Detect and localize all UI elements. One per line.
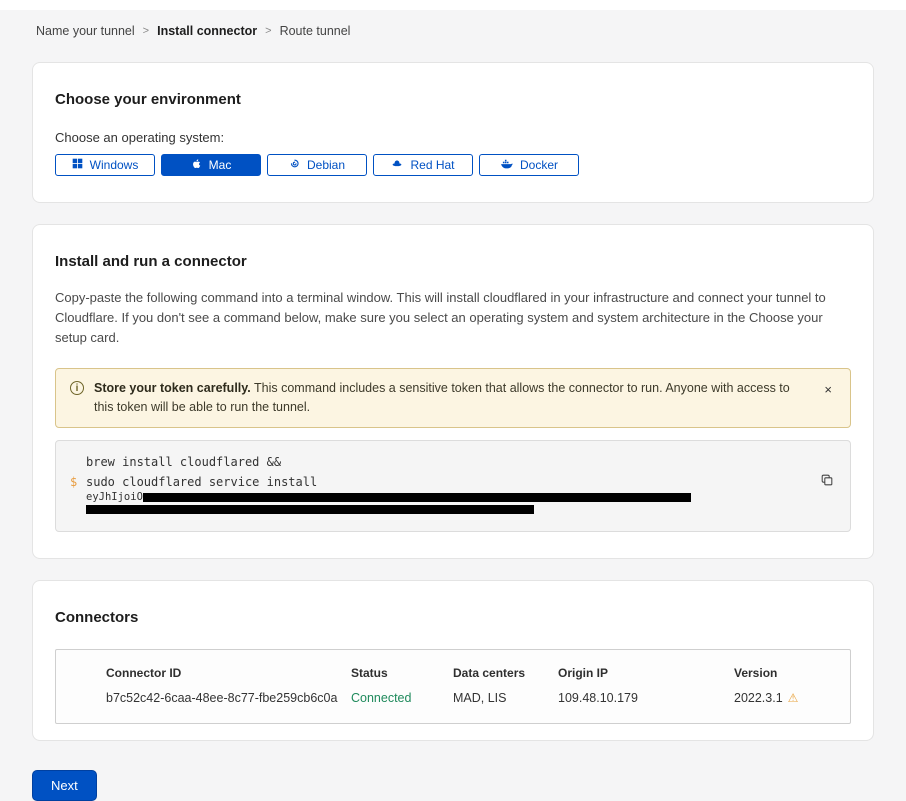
header-data-centers: Data centers [453,666,558,680]
header-connector-id: Connector ID [106,666,351,680]
environment-card-title: Choose your environment [55,91,851,108]
breadcrumb: Name your tunnel > Install connector > R… [0,10,906,62]
breadcrumb-separator: > [143,25,149,37]
token-warning-text: Store your token carefully. This command… [94,379,810,417]
breadcrumb-install-connector[interactable]: Install connector [157,24,257,38]
os-button-mac[interactable]: Mac [161,154,261,176]
breadcrumb-name-your-tunnel[interactable]: Name your tunnel [36,24,135,38]
environment-card: Choose your environment Choose an operat… [32,62,874,203]
header-origin-ip: Origin IP [558,666,734,680]
connectors-card: Connectors Connector ID Status Data cent… [32,580,874,741]
install-description: Copy-paste the following command into a … [55,288,851,348]
command-text: sudo cloudflared service install [86,472,317,492]
connector-id-value: b7c52c42-6caa-48ee-8c77-fbe259cb6c0a [106,691,351,705]
token-warning-banner: i Store your token carefully. This comma… [55,368,851,428]
redacted-token-bar [143,493,691,502]
origin-ip-value: 109.48.10.179 [558,691,734,705]
command-line-2: $ sudo cloudflared service install [70,472,804,492]
next-button[interactable]: Next [32,770,97,801]
os-button-label: Mac [209,158,232,172]
table-header-row: Connector ID Status Data centers Origin … [56,666,850,680]
install-card-title: Install and run a connector [55,253,851,270]
copy-icon[interactable] [818,471,836,492]
os-button-windows[interactable]: Windows [55,154,155,176]
status-badge: Connected [351,691,453,705]
close-icon[interactable]: × [820,381,836,398]
breadcrumb-route-tunnel[interactable]: Route tunnel [280,24,351,38]
redhat-icon [391,158,403,172]
apple-icon [191,158,202,173]
version-warning-icon: ⚠ [788,692,799,704]
os-button-redhat[interactable]: Red Hat [373,154,473,176]
os-button-debian[interactable]: Debian [267,154,367,176]
docker-icon [500,158,513,172]
command-line-1: brew install cloudflared && [70,452,804,472]
header-version: Version [734,666,850,680]
token-warning-bold: Store your token carefully. [94,381,251,395]
footer: Next [32,770,874,801]
os-button-label: Red Hat [410,158,454,172]
os-button-label: Docker [520,158,558,172]
os-button-label: Windows [90,158,139,172]
header-status: Status [351,666,453,680]
install-card: Install and run a connector Copy-paste t… [32,224,874,559]
command-text: brew install cloudflared && [86,452,281,472]
install-command-block: brew install cloudflared && $ sudo cloud… [55,440,851,532]
os-select-label: Choose an operating system: [55,130,851,145]
os-button-label: Debian [307,158,345,172]
connectors-card-title: Connectors [55,609,851,626]
version-value: 2022.3.1 ⚠ [734,691,850,705]
table-row: b7c52c42-6caa-48ee-8c77-fbe259cb6c0a Con… [56,691,850,705]
info-icon: i [70,381,84,395]
os-button-docker[interactable]: Docker [479,154,579,176]
debian-icon [289,158,300,172]
shell-prompt: $ [70,472,86,492]
data-centers-value: MAD, LIS [453,691,558,705]
connectors-table: Connector ID Status Data centers Origin … [55,649,851,724]
os-button-row: Windows Mac Debian Red Hat Docker [55,154,851,176]
breadcrumb-separator: > [265,25,271,37]
windows-icon [72,158,83,172]
token-prefix: eyJhIjoiO [86,491,143,503]
redacted-token-bar [86,505,534,514]
version-number: 2022.3.1 [734,691,783,705]
token-line: eyJhIjoiO [86,492,804,503]
top-strip [0,0,906,10]
